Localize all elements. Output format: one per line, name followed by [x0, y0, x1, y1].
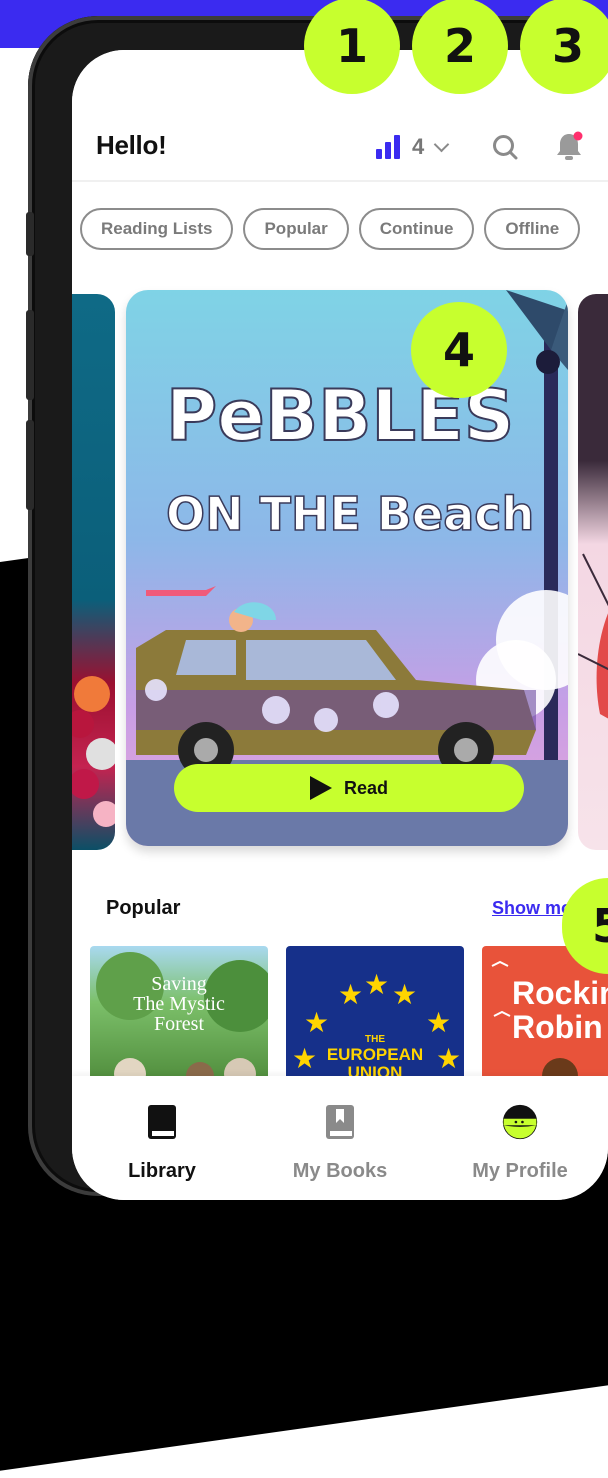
notification-bell-icon[interactable] [554, 130, 584, 162]
svg-text:★: ★ [426, 1006, 451, 1039]
book-title-line2: The Mystic [133, 993, 225, 1015]
greeting-title: Hello! [96, 130, 167, 160]
play-icon [309, 776, 332, 800]
book-title-line3: Forest [154, 1013, 204, 1035]
bookmark-book-icon [322, 1102, 358, 1142]
european-union-cover: ★ ★ ★ ★ ★ ★ ★ THE EUROPEAN UNION [292, 968, 461, 1082]
filter-chips: Reading Lists Popular Continue Offline [80, 208, 581, 250]
book-title-line2: Robin [512, 1009, 603, 1045]
nav-my-books-label: My Books [292, 1160, 388, 1182]
read-button[interactable]: Read [174, 764, 524, 812]
popular-section-title: Popular [106, 897, 181, 919]
nav-my-books[interactable]: My Books [250, 1076, 430, 1200]
level-value: 4 [412, 134, 425, 159]
mystic-forest-cover: Saving The Mystic Forest [96, 952, 268, 1086]
read-button-label: Read [343, 777, 388, 798]
featured-book-card[interactable]: PeBBLES ON THE Beach Read [126, 290, 568, 846]
carousel-card-next[interactable] [578, 294, 608, 850]
svg-text:★: ★ [292, 1042, 317, 1075]
popular-book-mystic-forest[interactable]: Saving The Mystic Forest [90, 946, 268, 1086]
annotation-badge-1: 1 [304, 0, 400, 94]
book-icon [144, 1102, 180, 1142]
book-title-line2: EUROPEAN [327, 1045, 423, 1064]
coral-reef-illustration [72, 676, 115, 827]
svg-text:★: ★ [338, 978, 363, 1011]
phone-volume-down [26, 420, 34, 510]
chevron-down-icon [433, 136, 450, 152]
carousel-card-previous[interactable] [72, 294, 115, 850]
reading-level-selector[interactable]: 4 [376, 134, 450, 160]
popular-book-european-union[interactable]: ★ ★ ★ ★ ★ ★ ★ THE EUROPEAN UNION [286, 946, 464, 1086]
annotation-badge-4: 4 [411, 302, 507, 398]
phone-side-button [26, 212, 34, 256]
svg-text:★: ★ [304, 1006, 329, 1039]
notification-dot [573, 131, 583, 141]
book-title-line1: Rockin [512, 975, 608, 1011]
nav-library-label: Library [128, 1160, 196, 1182]
chip-popular[interactable]: Popular [243, 208, 349, 250]
svg-text:★: ★ [436, 1042, 461, 1075]
phone-frame: Hello! 4 Reading Lists Popular Continue … [26, 16, 608, 1200]
bottom-navigation: Library My Books My Profile [72, 1076, 608, 1200]
phone-volume-up [26, 310, 34, 400]
svg-text:★: ★ [392, 978, 417, 1011]
book-title-line1: Saving [151, 973, 207, 995]
book-title-line1: THE [365, 1034, 385, 1045]
app-screen: Hello! 4 Reading Lists Popular Continue … [72, 50, 608, 1200]
annotation-badge-2: 2 [412, 0, 508, 94]
level-bars-icon [376, 135, 400, 159]
petal-illustration [578, 553, 608, 719]
search-icon[interactable] [492, 134, 518, 160]
avatar-icon [502, 1102, 538, 1142]
nav-library[interactable]: Library [72, 1076, 252, 1200]
pebbles-cover-illustration: PeBBLES ON THE Beach [126, 290, 568, 846]
chip-offline[interactable]: Offline [484, 208, 581, 250]
header-divider [72, 180, 608, 182]
cover-title-line2: ON THE Beach [166, 487, 534, 541]
nav-my-profile-label: My Profile [472, 1160, 568, 1182]
annotation-badge-3: 3 [520, 0, 608, 94]
chip-reading-lists[interactable]: Reading Lists [80, 208, 234, 250]
chip-continue[interactable]: Continue [358, 208, 475, 250]
nav-my-profile[interactable]: My Profile [430, 1076, 608, 1200]
svg-text:★: ★ [364, 968, 389, 1001]
